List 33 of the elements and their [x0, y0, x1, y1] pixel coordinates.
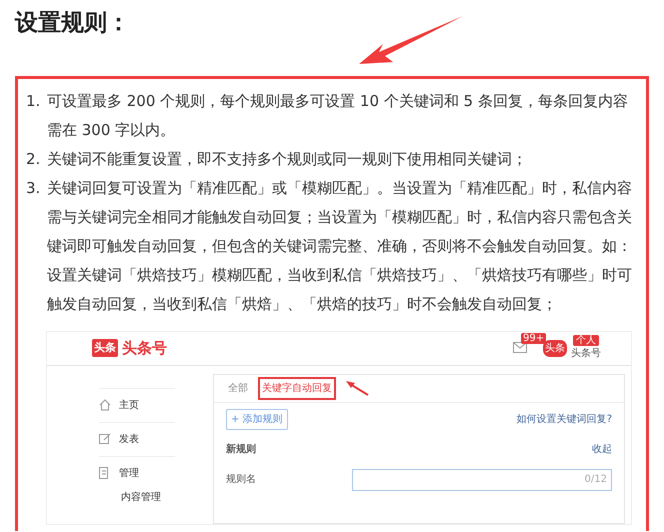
- avatar-badge: 头条: [543, 340, 567, 357]
- sidebar-item[interactable]: 主页: [99, 388, 175, 422]
- rule-text: 关键词不能重复设置，即不支持多个规则或同一规则下使用相同关键词；: [47, 148, 527, 170]
- list-number: 3.: [26, 178, 42, 199]
- rule-text: 可设置最多 200 个规则，每个规则最多可设置 10 个关键词和 5 条回复，每条回复内容需在 300 字以内。: [47, 90, 629, 141]
- arrow-annotation: [344, 380, 370, 396]
- sidebar-label: 发表: [119, 432, 139, 447]
- document-icon: [99, 467, 111, 480]
- sidebar-label: 管理: [119, 466, 139, 481]
- section-heading: 设置规则：: [15, 10, 131, 38]
- section-title: 新规则: [226, 442, 256, 457]
- home-icon: [99, 399, 111, 412]
- help-link[interactable]: 如何设置关键词回复?: [516, 412, 612, 427]
- logo-text: 头条号: [122, 338, 167, 359]
- account-name: 头条号: [571, 346, 601, 362]
- message-count: 99+: [521, 332, 546, 344]
- logo-badge: 头条: [92, 338, 118, 358]
- edit-icon: [99, 433, 111, 446]
- sidebar-subitem[interactable]: 内容管理: [99, 490, 175, 505]
- sidebar-item[interactable]: 发表: [99, 422, 175, 456]
- list-number: 2.: [26, 148, 42, 170]
- mail-icon: [513, 342, 527, 354]
- tab[interactable]: 关键字自动回复: [260, 378, 334, 398]
- account-tag: 个人: [573, 335, 599, 346]
- collapse-link[interactable]: 收起: [592, 442, 612, 457]
- character-counter: 0/12: [584, 473, 607, 488]
- sidebar-label: 主页: [119, 398, 139, 413]
- list-number: 1.: [26, 90, 42, 112]
- add-rule-button[interactable]: + 添加规则: [226, 408, 288, 430]
- tab[interactable]: 全部: [226, 378, 250, 398]
- sidebar-item[interactable]: 管理: [99, 456, 175, 490]
- field-label: 规则名: [226, 473, 256, 488]
- rule-text: 关键词回复可设置为「精准匹配」或「模糊匹配」。当设置为「精准匹配」时，私信内容需与关键词完全相同才能触发自动回复；当设置为「模糊匹配」时，私信内容只需包含关键词即可触发自动回复，但包含的关键词需完整、准确，否则将不会触发自动回复。如：设置关键词「烘焙技巧」模糊匹配，当收到私信「烘焙技巧」、「烘焙技巧有哪些」时可触发自动回复，当收到私信「烘焙」、「烘焙的技巧」时不会触发自动回复；: [47, 178, 633, 315]
